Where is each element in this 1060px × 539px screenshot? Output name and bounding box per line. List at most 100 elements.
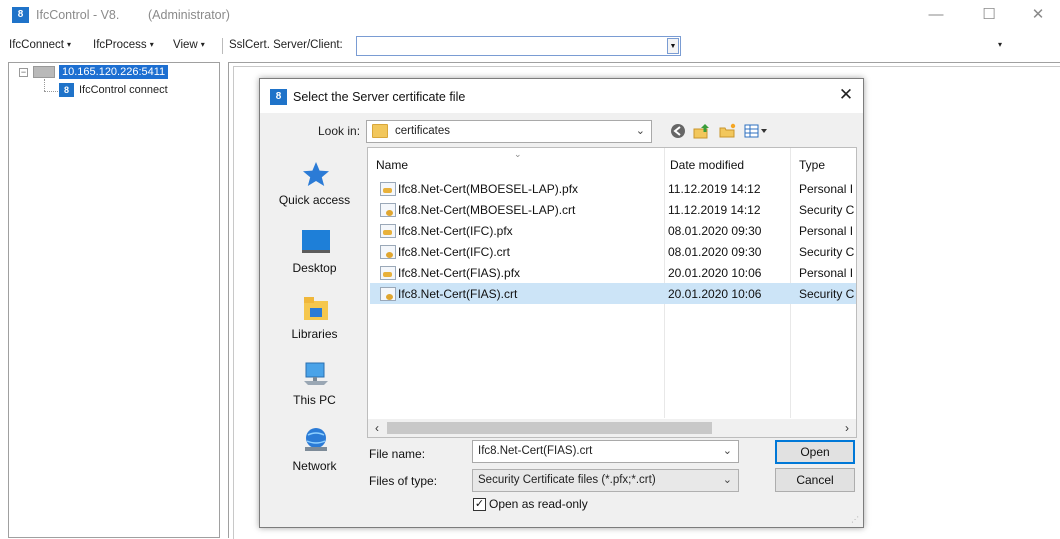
dialog-close-button[interactable]: ✕	[834, 85, 858, 107]
app-logo-icon: 8	[59, 83, 74, 97]
menu-view[interactable]: View ▾	[173, 39, 205, 51]
look-in-label: Look in:	[318, 124, 361, 138]
menu-ifcconnect[interactable]: IfcConnect ▾	[9, 39, 71, 51]
place-label: This PC	[293, 393, 336, 407]
open-button[interactable]: Open	[775, 440, 855, 464]
ssl-cert-label: SslCert. Server/Client:	[229, 39, 343, 51]
file-name-cell: Ifc8.Net-Cert(MBOESEL-LAP).crt	[398, 203, 576, 217]
place-label: Desktop	[292, 261, 337, 275]
file-type-cell: Security C	[799, 287, 855, 301]
close-window-button[interactable]: ✕	[1024, 4, 1052, 28]
file-name-field[interactable]: Ifc8.Net-Cert(FIAS).crt ⌄	[472, 440, 739, 463]
file-type-select[interactable]: Security Certificate files (*.pfx;*.crt)…	[472, 469, 739, 492]
dialog-titlebar: 8 Select the Server certificate file ✕	[260, 79, 863, 113]
file-name-cell: Ifc8.Net-Cert(MBOESEL-LAP).pfx	[398, 182, 579, 196]
file-date-cell: 08.01.2020 09:30	[668, 224, 762, 238]
column-header-name[interactable]: Name	[376, 158, 408, 172]
place-this-pc[interactable]: This PC	[265, 361, 364, 425]
window-title: IfcControl - V8.	[36, 8, 120, 22]
file-name-cell: Ifc8.Net-Cert(FIAS).pfx	[398, 266, 521, 280]
scroll-left-icon[interactable]: ‹	[370, 420, 384, 436]
server-icon	[33, 66, 55, 78]
new-folder-icon[interactable]	[719, 123, 737, 140]
sort-indicator-icon: ⌄	[514, 149, 522, 159]
ssl-cert-combo[interactable]: ▼	[356, 36, 681, 56]
scroll-thumb[interactable]	[387, 422, 712, 434]
back-icon[interactable]	[669, 123, 687, 140]
network-icon	[305, 428, 327, 451]
file-date-cell: 20.01.2020 10:06	[668, 287, 762, 301]
file-row[interactable]: Ifc8.Net-Cert(IFC).pfx 08.01.2020 09:30 Pe…	[370, 220, 856, 241]
resize-grip-icon[interactable]: ⋰	[851, 515, 860, 524]
certificate-pfx-icon	[380, 266, 396, 280]
file-name-cell: Ifc8.Net-Cert(IFC).pfx	[398, 224, 513, 238]
up-folder-icon[interactable]	[693, 123, 711, 140]
tree-node-ifccontrol-connect[interactable]: IfcControl connect	[79, 84, 168, 96]
cancel-button[interactable]: Cancel	[775, 468, 855, 492]
file-row[interactable]: Ifc8.Net-Cert(FIAS).crt 20.01.2020 10:06 S…	[370, 283, 856, 304]
column-header-type[interactable]: Type	[799, 158, 825, 172]
star-icon	[303, 162, 329, 186]
places-bar: Quick access Desktop Libraries This PC N…	[265, 147, 364, 487]
horizontal-scrollbar[interactable]: ‹ ›	[368, 419, 856, 437]
file-name-value: Ifc8.Net-Cert(FIAS).crt	[478, 445, 593, 457]
computer-icon	[304, 362, 328, 385]
column-header-date[interactable]: Date modified	[670, 158, 744, 172]
file-type-cell: Personal I	[799, 266, 854, 280]
scroll-right-icon[interactable]: ›	[840, 420, 854, 436]
file-name-label: File name:	[369, 447, 426, 461]
file-row[interactable]: Ifc8.Net-Cert(MBOESEL-LAP).pfx 11.12.2019…	[370, 178, 856, 199]
file-type-cell: Personal I	[799, 224, 854, 238]
tree-connector	[44, 91, 58, 92]
file-type-label: Files of type:	[369, 474, 438, 488]
chevron-down-icon: ⌄	[722, 474, 732, 486]
libraries-icon	[304, 297, 328, 320]
maximize-button[interactable]: ☐	[975, 4, 1003, 28]
tree-node-server[interactable]: 10.165.120.226:5411	[59, 65, 169, 79]
minimize-button[interactable]: —	[922, 4, 950, 28]
certificate-crt-icon	[380, 287, 396, 301]
chevron-down-icon: ▾	[66, 40, 71, 49]
folder-icon	[372, 124, 388, 138]
file-type-cell: Personal I	[799, 182, 854, 196]
tree-connector	[44, 79, 45, 91]
app-logo-icon: 8	[12, 7, 29, 23]
file-date-cell: 11.12.2019 14:12	[668, 203, 761, 217]
window-admin-label: (Administrator)	[148, 8, 230, 22]
file-list[interactable]: ⌄ Name Date modified Type Ifc8.Net-Cert(…	[367, 147, 857, 438]
file-date-cell: 11.12.2019 14:12	[668, 182, 761, 196]
place-libraries[interactable]: Libraries	[265, 295, 364, 359]
overflow-menu-button[interactable]: ▾	[998, 40, 1002, 49]
tree-collapse-icon[interactable]: −	[19, 68, 28, 77]
file-row[interactable]: Ifc8.Net-Cert(FIAS).pfx 20.01.2020 10:06 P…	[370, 262, 856, 283]
menu-view-label: View	[173, 39, 198, 51]
place-desktop[interactable]: Desktop	[265, 229, 364, 293]
file-date-cell: 20.01.2020 10:06	[668, 266, 762, 280]
place-network[interactable]: Network	[265, 427, 364, 491]
menu-ifcconnect-label: IfcConnect	[9, 39, 64, 51]
chevron-down-icon[interactable]: ⌄	[723, 444, 732, 457]
connection-tree: − 10.165.120.226:5411 8 IfcControl conne…	[8, 62, 220, 538]
window-titlebar: 8 IfcControl - V8. (Administrator) — ☐ ✕	[0, 0, 1060, 32]
app-logo-icon: 8	[270, 89, 287, 105]
menu-separator	[222, 38, 223, 54]
certificate-pfx-icon	[380, 182, 396, 196]
menu-ifcprocess-label: IfcProcess	[93, 39, 147, 51]
chevron-down-icon: ▾	[149, 40, 154, 49]
file-row[interactable]: Ifc8.Net-Cert(IFC).crt 08.01.2020 09:30 Se…	[370, 241, 856, 262]
file-name-cell: Ifc8.Net-Cert(FIAS).crt	[398, 287, 518, 301]
look-in-combo[interactable]: certificates ⌄	[366, 120, 652, 143]
readonly-label: Open as read-only	[489, 497, 588, 511]
dialog-title: Select the Server certificate file	[293, 90, 466, 104]
place-label: Quick access	[278, 193, 351, 207]
file-type-cell: Security C	[799, 245, 855, 259]
file-row[interactable]: Ifc8.Net-Cert(MBOESEL-LAP).crt 11.12.2019…	[370, 199, 856, 220]
file-open-dialog: 8 Select the Server certificate file ✕ L…	[259, 78, 864, 528]
certificate-pfx-icon	[380, 224, 396, 238]
desktop-icon	[302, 230, 330, 253]
chevron-down-icon[interactable]: ▼	[667, 38, 679, 54]
place-quick-access[interactable]: Quick access	[265, 161, 364, 225]
view-menu-icon[interactable]	[744, 123, 770, 140]
menu-ifcprocess[interactable]: IfcProcess ▾	[93, 39, 154, 51]
readonly-checkbox[interactable]: ✓	[473, 498, 486, 511]
